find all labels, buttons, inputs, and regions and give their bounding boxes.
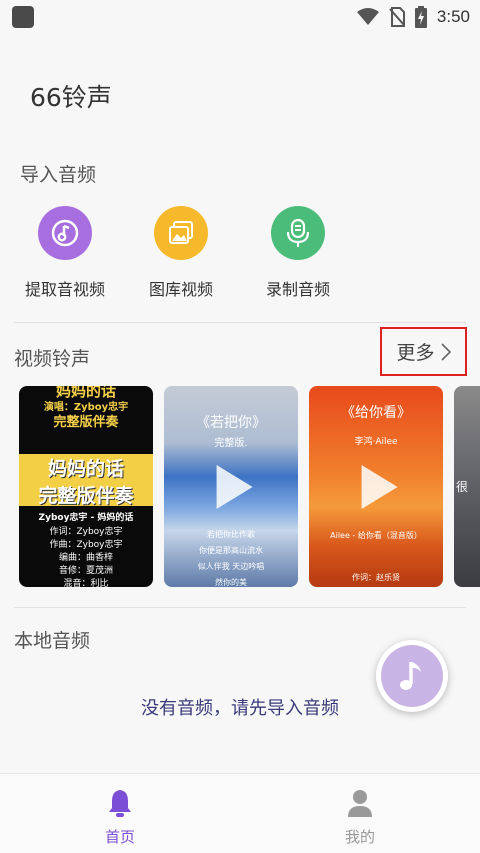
card-partial-text: 很: [456, 480, 469, 494]
card-lyric: 若把你比作歌: [207, 530, 255, 539]
more-label: 更多: [396, 342, 435, 364]
nav-label-home: 首页: [104, 828, 135, 846]
video-card[interactable]: 妈妈的话 演唱：Zyboy忠宇 完整版伴奏 妈妈的话 完整版伴奏 Zyboy忠宇…: [19, 386, 153, 587]
chevron-right-icon: [440, 342, 451, 361]
play-icon: [216, 464, 253, 509]
card-credit: 作曲：Zyboy忠宇: [49, 540, 123, 550]
notification-app-icon: [12, 6, 34, 28]
card-credit: 作词：赵乐贤: [352, 573, 400, 582]
card-credit: 音修：夏茂洲: [58, 566, 113, 576]
card-credit: 混音：利比: [63, 579, 109, 587]
bell-icon: [109, 790, 131, 817]
card-lyric: 似人伴我 天边吟唱: [197, 562, 265, 571]
divider: [14, 322, 466, 323]
card-title: 《给你看》: [341, 405, 411, 421]
video-card[interactable]: 很: [454, 386, 480, 587]
card-credit: Zyboy忠宇 - 妈妈的话: [38, 513, 134, 523]
no-sim-icon: [389, 7, 405, 27]
card-big-title: 完整版伴奏: [38, 485, 134, 507]
more-button[interactable]: 更多: [380, 327, 467, 376]
card-credit: 作词：Zyboy忠宇: [49, 527, 123, 537]
card-credit: 编曲：曲香梓: [58, 553, 113, 563]
gallery-video-label: 图库视频: [148, 280, 213, 299]
card-big-title: 妈妈的话: [47, 458, 124, 480]
video-card-list: 妈妈的话 演唱：Zyboy忠宇 完整版伴奏 妈妈的话 完整版伴奏 Zyboy忠宇…: [0, 386, 480, 588]
music-fab-button[interactable]: [376, 640, 448, 712]
app-title: 66铃声: [30, 83, 112, 112]
record-audio-button[interactable]: 录制音频: [243, 206, 353, 300]
video-section-title: 视频铃声: [14, 348, 91, 370]
gallery-icon: [154, 206, 208, 260]
gallery-video-button[interactable]: 图库视频: [126, 206, 236, 300]
import-section-title: 导入音频: [20, 164, 97, 186]
local-section-title: 本地音频: [14, 630, 91, 652]
card-lyric: 你便是那高山流水: [199, 546, 263, 555]
battery-charging-icon: [414, 6, 427, 28]
extract-audio-video-button[interactable]: 提取音视频: [10, 206, 120, 300]
person-icon: [348, 790, 372, 817]
music-note-disc-icon: [38, 206, 92, 260]
nav-label-mine: 我的: [344, 828, 375, 846]
card-subtitle: 完整版.: [214, 438, 248, 449]
video-card[interactable]: 《给你看》 李鸿·Ailee Ailee - 给你看（混音版） 作词：赵乐贤: [309, 386, 443, 587]
record-audio-label: 录制音频: [265, 280, 330, 299]
wifi-icon: [356, 8, 379, 25]
card-credit: Ailee - 给你看（混音版）: [330, 531, 422, 540]
card-lyric: 然你的美: [215, 578, 247, 587]
card-singer: 李鸿·Ailee: [354, 437, 398, 447]
status-icons: 3:50: [356, 4, 470, 30]
card-title: 《若把你》: [196, 415, 266, 431]
divider: [14, 607, 466, 608]
nav-item-mine[interactable]: 我的: [320, 788, 400, 847]
status-time: 3:50: [436, 7, 470, 26]
nav-item-home[interactable]: 首页: [80, 788, 160, 847]
bottom-nav: 首页 我的: [0, 773, 480, 853]
extract-audio-video-label: 提取音视频: [24, 280, 105, 299]
video-card[interactable]: 《若把你》 完整版. 若把你比作歌 你便是那高山流水 似人伴我 天边吟唱 然你的…: [164, 386, 298, 587]
import-options: 提取音视频 图库视频 录制音频: [0, 206, 480, 302]
status-bar: 3:50: [0, 0, 480, 34]
card-tag: 完整版伴奏: [53, 415, 119, 430]
play-icon: [361, 464, 398, 509]
music-note-icon: [381, 645, 443, 707]
microphone-icon: [271, 206, 325, 260]
